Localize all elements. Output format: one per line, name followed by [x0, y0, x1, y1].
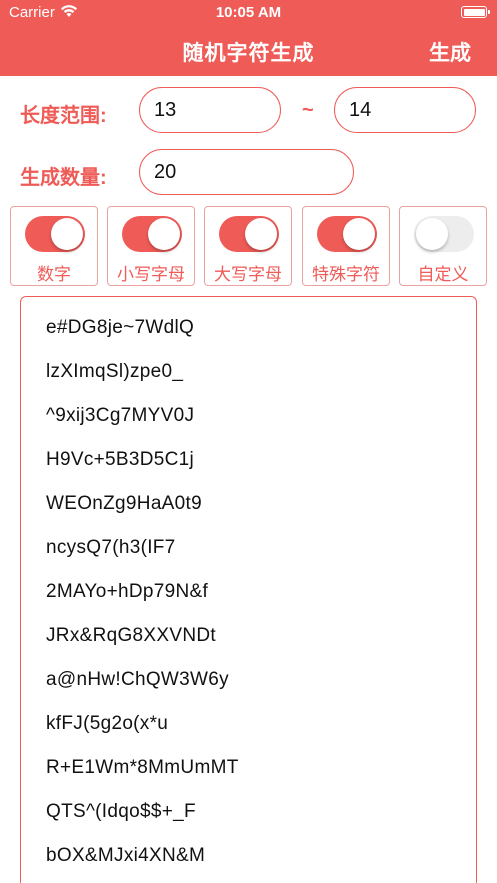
result-item[interactable]: bOX&MJxi4XN&M	[46, 845, 205, 867]
result-item[interactable]: a@nHw!ChQW3W6y	[46, 669, 229, 691]
page-title: 随机字符生成	[182, 42, 315, 65]
result-item[interactable]: QTS^(Idqo$$+_F	[46, 801, 196, 823]
uppercase-toggle[interactable]	[219, 216, 279, 252]
result-item[interactable]: lzXImqSl)zpe0_	[46, 361, 183, 383]
result-item[interactable]: kfFJ(5g2o(x*u	[46, 713, 168, 735]
count-field[interactable]: 20	[139, 149, 354, 195]
option-digits[interactable]: 数字	[10, 206, 98, 286]
lowercase-toggle[interactable]	[122, 216, 182, 252]
length-range-label: 长度范围:	[20, 105, 107, 127]
results-list[interactable]: e#DG8je~7WdlQ lzXImqSl)zpe0_ ^9xij3Cg7MY…	[20, 296, 477, 883]
result-item[interactable]: H9Vc+5B3D5C1j	[46, 449, 194, 471]
toggle-knob	[343, 218, 375, 250]
generate-button[interactable]: 生成	[429, 37, 471, 67]
option-uppercase[interactable]: 大写字母	[204, 206, 292, 286]
battery-icon	[461, 6, 490, 18]
result-item[interactable]: e#DG8je~7WdlQ	[46, 317, 194, 339]
option-lowercase[interactable]: 小写字母	[107, 206, 195, 286]
custom-toggle[interactable]	[414, 216, 474, 252]
result-item[interactable]: ^9xij3Cg7MYV0J	[46, 405, 194, 427]
toggle-knob	[245, 218, 277, 250]
nav-bar: Carrier 10:05 AM 随机字符生成 生成	[0, 0, 497, 76]
result-item[interactable]: R+E1Wm*8MmUmMT	[46, 757, 239, 779]
length-min-field[interactable]: 13	[139, 87, 281, 133]
option-special[interactable]: 特殊字符	[302, 206, 390, 286]
range-separator: ~	[302, 99, 314, 121]
option-custom[interactable]: 自定义	[399, 206, 487, 286]
option-label: 自定义	[417, 265, 469, 284]
count-label: 生成数量:	[20, 167, 107, 189]
status-bar: Carrier 10:05 AM	[0, 0, 497, 26]
result-item[interactable]: JRx&RqG8XXVNDt	[46, 625, 216, 647]
status-time: 10:05 AM	[215, 4, 282, 21]
toggle-knob	[51, 218, 83, 250]
option-label: 特殊字符	[312, 265, 380, 284]
option-label: 数字	[37, 265, 71, 284]
option-label: 大写字母	[214, 265, 282, 284]
result-item[interactable]: WEOnZg9HaA0t9	[46, 493, 202, 515]
option-label: 小写字母	[117, 265, 185, 284]
toggle-knob	[416, 218, 448, 250]
length-max-field[interactable]: 14	[334, 87, 476, 133]
result-item[interactable]: 2MAYo+hDp79N&f	[46, 581, 208, 603]
toggle-knob	[148, 218, 180, 250]
result-item[interactable]: ncysQ7(h3(IF7	[46, 537, 176, 559]
special-toggle[interactable]	[317, 216, 377, 252]
digits-toggle[interactable]	[25, 216, 85, 252]
